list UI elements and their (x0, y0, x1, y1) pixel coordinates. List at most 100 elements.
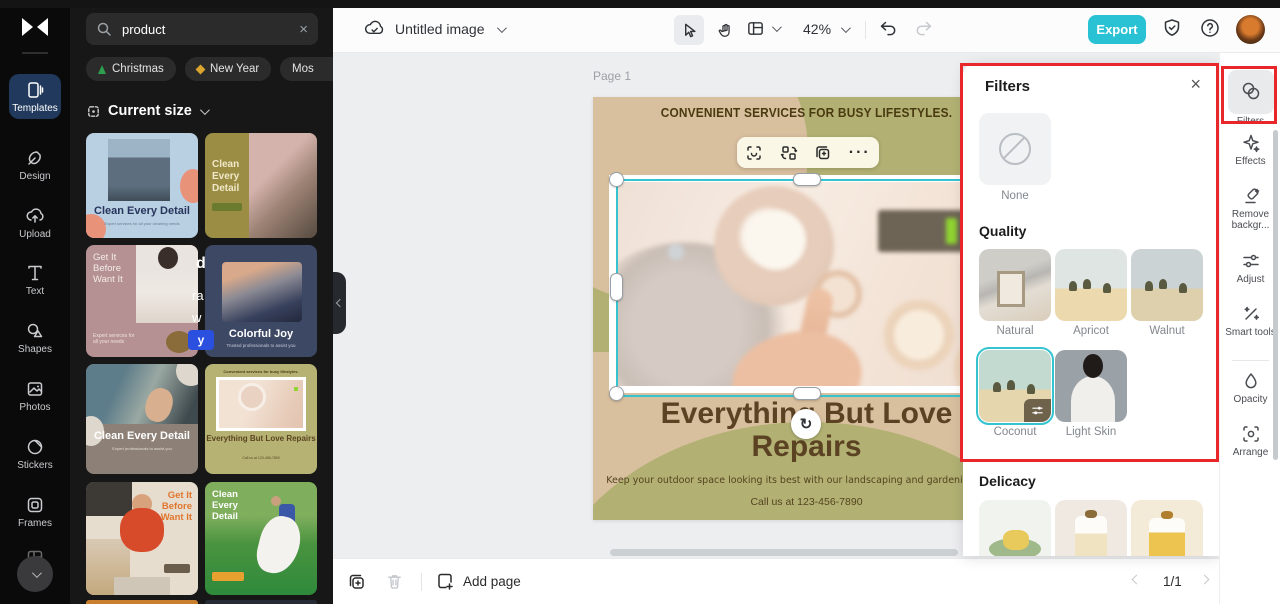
help-icon[interactable] (1199, 17, 1221, 39)
opacity-icon (1244, 373, 1257, 389)
sidebar-item-upload[interactable]: Upload (0, 206, 70, 240)
tool-effects[interactable]: Effects (1220, 133, 1280, 167)
rotate-handle[interactable]: ↻ (791, 409, 821, 439)
tool-label: Filters (1236, 116, 1265, 127)
user-avatar[interactable] (1236, 15, 1265, 44)
chip-christmas[interactable]: Christmas (86, 57, 176, 81)
filter-label: Walnut (1149, 325, 1185, 337)
undo-button[interactable] (878, 18, 898, 38)
duplicate-icon[interactable] (814, 144, 832, 162)
section-title-quality: Quality (979, 223, 1027, 239)
filter-none[interactable] (979, 113, 1051, 185)
template-card[interactable]: Clean Every Detail Expert professionals … (86, 364, 198, 474)
add-page-button[interactable]: Add page (435, 571, 521, 591)
remove-background-icon (1244, 188, 1259, 204)
filters-icon (1242, 82, 1259, 99)
sidebar-collapse-button[interactable] (17, 556, 53, 592)
selection-handle-top-left[interactable] (609, 172, 624, 187)
page-label: Page 1 (593, 69, 632, 83)
filter-natural[interactable] (979, 249, 1051, 321)
sidebar-item-text[interactable]: Text (0, 263, 70, 297)
sidebar-item-templates[interactable]: Templates (9, 74, 61, 119)
overlay-fragment: w (192, 310, 202, 325)
template-card[interactable]: Get It Before Want It Expert services fo… (86, 245, 198, 357)
template-card[interactable]: Clean Every Detail (205, 482, 317, 595)
selection-handle-left[interactable] (610, 273, 623, 301)
filter-delicacy-1[interactable] (979, 500, 1051, 556)
duplicate-page-icon[interactable] (347, 572, 367, 592)
close-icon[interactable]: × (1190, 74, 1201, 95)
canvas-phone-text[interactable]: Call us at 123-456-7890 (593, 496, 1020, 508)
sidebar-item-shapes[interactable]: Shapes (0, 321, 70, 355)
filter-light-skin[interactable] (1055, 350, 1127, 422)
search-input[interactable] (120, 20, 294, 38)
tool-opacity[interactable]: Opacity (1220, 371, 1280, 405)
next-page-button[interactable] (1199, 574, 1210, 585)
hand-tool-button[interactable] (710, 15, 740, 45)
search-clear-icon[interactable]: × (299, 21, 308, 38)
selection-handle-bottom-left[interactable] (609, 386, 624, 401)
sidebar-item-photos[interactable]: Photos (0, 379, 70, 413)
chip-most[interactable]: Mos (280, 57, 333, 81)
chip-label: Christmas (112, 63, 164, 75)
template-subtitle: Expert services for all your cleaning ne… (104, 221, 180, 226)
sidebar-item-design[interactable]: Design (0, 148, 70, 182)
canvas-subtext[interactable]: Keep your outdoor space looking its best… (593, 475, 1020, 486)
delete-page-icon[interactable] (385, 572, 404, 591)
selection-handle-bottom[interactable] (793, 387, 821, 400)
arrange-icon (1242, 426, 1259, 442)
select-tool-button[interactable] (674, 15, 704, 45)
smart-cutout-icon[interactable] (745, 144, 763, 162)
tool-smart-tools[interactable]: Smart tools (1220, 304, 1280, 338)
overlay-fragment: ra (192, 288, 204, 303)
replace-icon[interactable] (780, 144, 798, 162)
capcut-logo-icon[interactable] (19, 14, 51, 40)
vertical-scrollbar[interactable] (1273, 130, 1278, 460)
tool-remove-background[interactable]: Remove backgr... (1220, 186, 1280, 231)
filter-delicacy-3[interactable] (1131, 500, 1203, 556)
topbar-divider (865, 21, 866, 39)
filter-adjust-badge[interactable] (1024, 399, 1051, 422)
more-options-icon[interactable]: ··· (849, 144, 871, 162)
current-size-dropdown[interactable]: Current size (86, 103, 210, 119)
template-title: Clean Every Detail (212, 159, 240, 194)
filter-walnut[interactable] (1131, 249, 1203, 321)
template-card-partial[interactable] (86, 600, 198, 604)
template-card[interactable]: Colorful Joy Trusted professionals to as… (205, 245, 317, 357)
search-input-wrap: × (86, 13, 318, 45)
sidebar-item-frames[interactable]: Frames (0, 495, 70, 529)
tool-label: Effects (1235, 156, 1266, 167)
overlay-fragment-button[interactable]: y (188, 330, 214, 350)
template-card-current[interactable]: Convenient services for busy lifestyles.… (205, 364, 317, 474)
panel-collapse-tab[interactable] (333, 272, 346, 334)
canvas-size-dropdown[interactable] (746, 19, 782, 38)
chip-new-year[interactable]: New Year (185, 57, 272, 81)
editor-topbar: Untitled image 42% Export (333, 8, 1280, 53)
bottombar-divider (421, 573, 422, 591)
filter-apricot[interactable] (1055, 249, 1127, 321)
redo-button[interactable] (914, 18, 934, 38)
template-card[interactable]: Clean Every Detail (205, 133, 317, 238)
document-title: Untitled image (395, 21, 485, 37)
shield-check-icon[interactable] (1161, 17, 1183, 39)
filter-label: Apricot (1073, 325, 1109, 337)
sidebar-item-stickers[interactable]: Stickers (0, 437, 70, 471)
selection-handle-top[interactable] (793, 173, 821, 186)
sidebar-item-label: Photos (19, 402, 51, 413)
zoom-dropdown[interactable]: 42% (803, 21, 851, 37)
tool-adjust[interactable]: Adjust (1220, 251, 1280, 285)
template-card-partial[interactable] (205, 600, 317, 604)
decor-hand (141, 384, 177, 426)
export-button[interactable]: Export (1088, 15, 1146, 44)
canvas-headline-text[interactable]: CONVENIENT SERVICES FOR BUSY LIFESTYLES. (604, 106, 1010, 120)
prev-page-button[interactable] (1131, 574, 1142, 585)
template-card[interactable]: Clean Every Detail Expert services for a… (86, 133, 198, 238)
tool-filters[interactable]: Filters (1220, 70, 1280, 127)
tool-arrange[interactable]: Arrange (1220, 424, 1280, 458)
filter-coconut-selected[interactable] (976, 347, 1054, 425)
document-title-dropdown[interactable]: Untitled image (395, 21, 507, 37)
cloud-save-icon[interactable] (363, 18, 386, 41)
filter-delicacy-2[interactable] (1055, 500, 1127, 556)
horizontal-scrollbar[interactable] (610, 549, 958, 556)
template-card[interactable]: Get It Before Want It (86, 482, 198, 595)
